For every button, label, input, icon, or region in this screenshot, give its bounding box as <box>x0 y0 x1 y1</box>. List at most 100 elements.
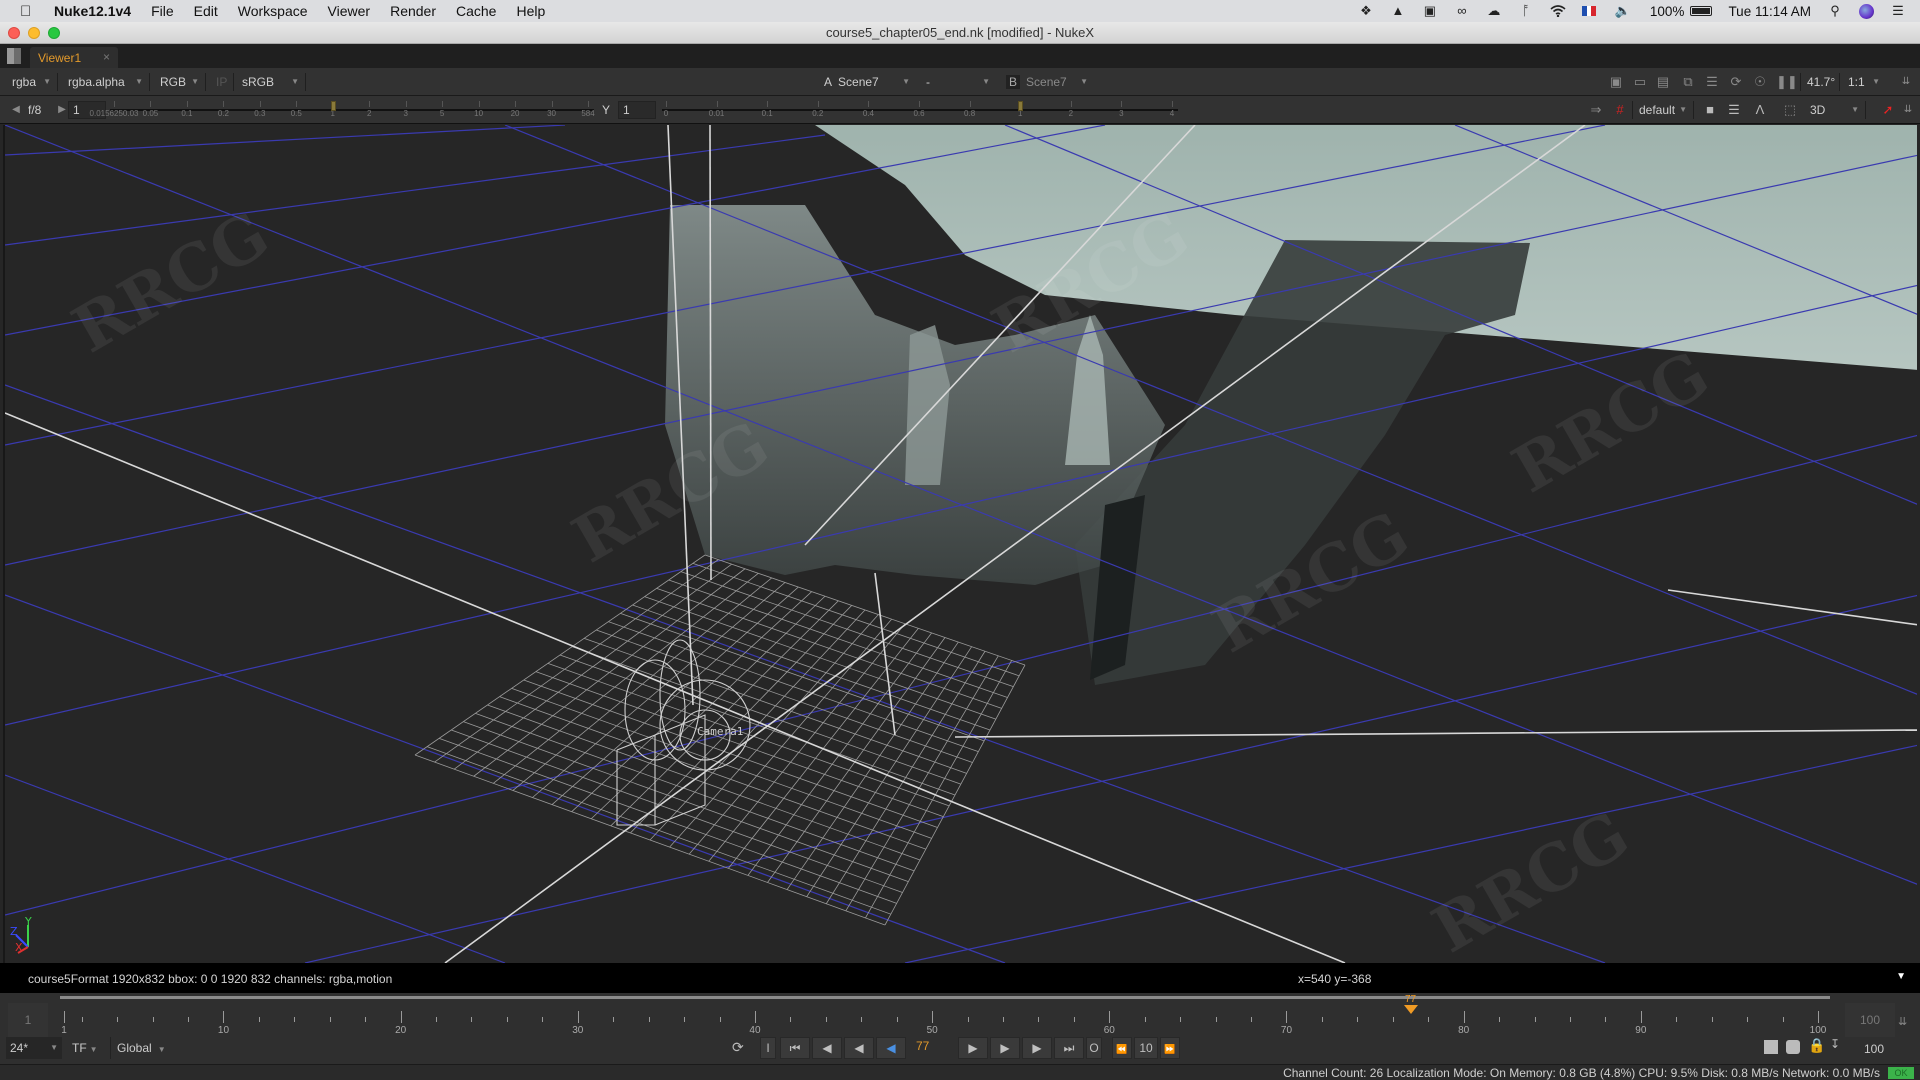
tab-viewer1[interactable]: Viewer1 × <box>30 47 118 68</box>
loop-mode-icon[interactable]: ⟳ <box>732 1039 744 1056</box>
ruler-tick <box>1640 1011 1642 1023</box>
camera-view-icon[interactable]: ■ <box>1702 103 1718 117</box>
chevron-down-icon: ▼ <box>191 77 199 86</box>
play-backward-icon: ◀ <box>886 1041 896 1055</box>
range-mode-dropdown[interactable]: Global ▼ <box>110 1037 168 1059</box>
curve-icon[interactable]: Λ <box>1752 103 1768 117</box>
zebra-stripes-icon[interactable]: ▤ <box>1655 75 1671 89</box>
notification-center-icon[interactable]: ☰ <box>1890 4 1906 18</box>
overlay-mode-dropdown[interactable]: default ▼ <box>1632 101 1694 119</box>
time-format-dropdown[interactable]: TF ▼ <box>72 1037 102 1059</box>
display-icon[interactable]: ▣ <box>1422 4 1438 18</box>
apple-menu-icon[interactable]:  <box>20 3 38 20</box>
chevron-down-icon: ▼ <box>157 1045 166 1054</box>
next-keyframe-button[interactable]: ▶ <box>1022 1037 1052 1059</box>
playback-range-icon[interactable]: ↧ <box>1830 1037 1840 1051</box>
info-menu-icon[interactable]: ▼ <box>1896 971 1906 982</box>
menubar-clock[interactable]: Tue 11:14 AM <box>1728 4 1811 19</box>
spotlight-icon[interactable]: ⚲ <box>1827 4 1843 18</box>
update-icon[interactable]: ☉ <box>1752 75 1768 89</box>
frame-icon[interactable]: ▭ <box>1632 75 1648 89</box>
step-forward-button[interactable]: ▶ <box>990 1037 1020 1059</box>
slider-handle[interactable] <box>1018 101 1024 111</box>
viewer-3d-viewport[interactable]: Camera1 Y Z X RRCG RRCG RRCG RRCG RRCG R… <box>3 125 1917 963</box>
ruler-tick <box>329 1017 331 1022</box>
input-a-dropdown[interactable]: A Scene7 ▼ <box>818 73 916 91</box>
cloud-upload-icon[interactable]: ☁ <box>1486 4 1502 18</box>
playhead-marker[interactable] <box>1403 1005 1418 1014</box>
play-backward-button[interactable]: ◀ <box>876 1037 906 1059</box>
pause-icon[interactable]: ❚❚ <box>1776 75 1798 89</box>
layers-icon[interactable]: ☰ <box>1726 103 1742 117</box>
skip-back-increment-button[interactable]: ⏪ <box>1112 1037 1132 1059</box>
out-point-field[interactable]: 100 <box>1856 1039 1892 1059</box>
siri-icon[interactable] <box>1859 3 1874 19</box>
roi-icon[interactable]: ▣ <box>1608 75 1624 89</box>
lut-dropdown[interactable]: sRGB ▼ <box>236 73 306 91</box>
ruler-tick <box>967 1017 969 1022</box>
slider-tick <box>114 101 115 107</box>
menu-file[interactable]: File <box>151 3 174 19</box>
chevron-down-icon: ▼ <box>902 77 910 86</box>
proxy-ratio-dropdown[interactable]: 1:1 ▼ <box>1842 73 1886 91</box>
view-mode-dropdown[interactable]: 3D ▼ <box>1804 101 1866 119</box>
start-frame-field[interactable]: 1 <box>8 1003 48 1037</box>
pane-menu-icon[interactable] <box>7 48 21 64</box>
input-b-dropdown[interactable]: B Scene7 ▼ <box>1000 73 1094 91</box>
gain-slider[interactable]: 0.0156250.03 0.05 0.1 0.2 0.3 0.5 1 2 3 5 10 20 30 58… <box>90 101 595 119</box>
record-icon[interactable] <box>1786 1040 1800 1054</box>
end-frame-field[interactable]: 100 <box>1845 1003 1895 1037</box>
frame-ruler[interactable]: 1 10 20 30 40 50 60 70 80 90 100 77 <box>60 994 1830 1037</box>
flask-icon[interactable]: ▲ <box>1390 4 1406 18</box>
menu-render[interactable]: Render <box>390 3 436 19</box>
selection-icon[interactable]: ⬚ <box>1782 103 1798 117</box>
menu-viewer[interactable]: Viewer <box>328 3 371 19</box>
set-in-point-button[interactable]: I <box>760 1037 776 1059</box>
alpha-channel-dropdown[interactable]: rgba.alpha ▼ <box>62 73 150 91</box>
double-chevron-down-icon[interactable]: ⇊ <box>1900 103 1916 117</box>
step-back-button[interactable]: ◀ <box>844 1037 874 1059</box>
creative-cloud-icon[interactable]: ∞ <box>1454 4 1470 18</box>
bluetooth-icon[interactable]: ᚩ <box>1518 4 1534 18</box>
composite-op-dropdown[interactable]: - ▼ <box>920 73 996 91</box>
dropbox-icon[interactable]: ❖ <box>1358 4 1374 18</box>
volume-icon[interactable]: 🔈 <box>1612 4 1634 18</box>
cache-lines-icon[interactable]: ☰ <box>1704 75 1720 89</box>
close-tab-icon[interactable]: × <box>103 50 110 64</box>
menu-cache[interactable]: Cache <box>456 3 496 19</box>
channels-dropdown[interactable]: rgba ▼ <box>6 73 58 91</box>
fstop-decrease-icon[interactable]: ◀ <box>8 103 24 117</box>
flag-fr-icon[interactable] <box>1581 6 1596 16</box>
display-channels-dropdown[interactable]: RGB ▼ <box>154 73 206 91</box>
previous-keyframe-button[interactable]: ◀ <box>812 1037 842 1059</box>
headlamp-icon[interactable]: ⇒ <box>1588 103 1604 117</box>
refresh-icon[interactable]: ⟳ <box>1728 75 1744 89</box>
wipe-icon[interactable]: ⧉ <box>1680 75 1696 89</box>
slider-handle[interactable] <box>330 101 336 111</box>
gamma-field[interactable]: 1 <box>618 101 656 119</box>
input-process-toggle[interactable]: IP <box>210 73 234 91</box>
play-forward-button[interactable]: ▶ <box>958 1037 988 1059</box>
menu-edit[interactable]: Edit <box>194 3 218 19</box>
menu-workspace[interactable]: Workspace <box>238 3 308 19</box>
double-chevron-down-icon[interactable]: ⇊ <box>1898 75 1914 89</box>
paint-brush-icon[interactable]: ➚ <box>1880 103 1896 117</box>
battery-icon[interactable] <box>1690 6 1713 16</box>
double-chevron-down-icon[interactable]: ⇊ <box>1898 1015 1907 1028</box>
wifi-icon[interactable] <box>1550 4 1566 18</box>
lock-range-icon[interactable]: 🔒 <box>1808 1037 1825 1054</box>
menu-help[interactable]: Help <box>516 3 545 19</box>
overlay-mode-value: default <box>1639 103 1676 117</box>
increment-field[interactable]: 10 <box>1134 1037 1158 1059</box>
menu-app-name[interactable]: Nuke12.1v4 <box>54 3 131 19</box>
set-out-point-button[interactable]: O <box>1086 1037 1102 1059</box>
first-frame-button[interactable]: ⏮ <box>780 1037 810 1059</box>
gamma-slider[interactable]: 0 0.01 0.1 0.2 0.4 0.6 0.8 1 2 3 4 <box>662 101 1178 119</box>
skip-forward-increment-button[interactable]: ⏩ <box>1160 1037 1180 1059</box>
zoom-field[interactable]: 41.7° <box>1800 73 1840 91</box>
grid-overlay-icon[interactable]: # <box>1612 103 1628 117</box>
flipbook-play-icon[interactable] <box>1764 1040 1778 1054</box>
current-frame-display[interactable]: 77 <box>916 1039 929 1053</box>
last-frame-button[interactable]: ⏭ <box>1054 1037 1084 1059</box>
fps-dropdown[interactable]: 24* ▼ <box>6 1037 62 1059</box>
